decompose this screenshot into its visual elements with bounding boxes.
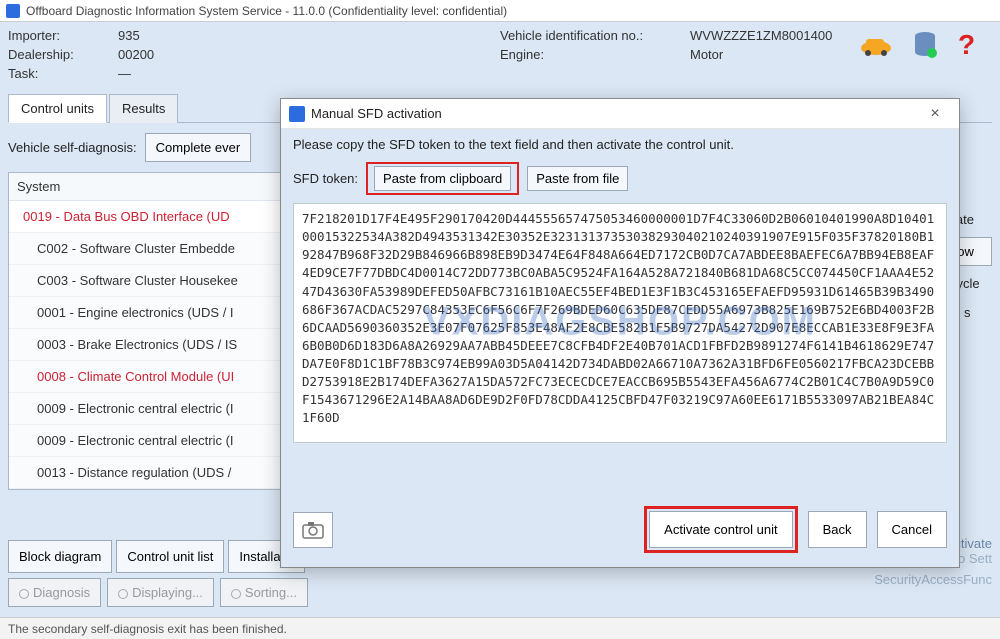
self-diag-label: Vehicle self-diagnosis: <box>8 140 137 155</box>
sfd-activation-dialog: Manual SFD activation × Please copy the … <box>280 98 960 568</box>
dialog-title: Manual SFD activation <box>311 106 442 121</box>
activate-control-unit-button[interactable]: Activate control unit <box>649 511 792 548</box>
window-titlebar: Offboard Diagnostic Information System S… <box>0 0 1000 22</box>
vin-value: WVWZZZE1ZM8001400 <box>690 28 832 43</box>
task-value: — <box>118 66 131 81</box>
list-item[interactable]: 0001 - Engine electronics (UDS / I <box>9 297 287 329</box>
engine-value: Motor <box>690 47 723 62</box>
sfd-token-label: SFD token: <box>293 171 358 186</box>
paste-clipboard-button[interactable]: Paste from clipboard <box>374 166 511 191</box>
list-item[interactable]: 0019 - Data Bus OBD Interface (UD <box>9 201 287 233</box>
bottom-bar: Block diagram Control unit list Installa… <box>8 540 305 573</box>
status-bar: The secondary self-diagnosis exit has be… <box>0 617 1000 639</box>
list-item[interactable]: C002 - Software Cluster Embedde <box>9 233 287 265</box>
close-icon[interactable]: × <box>919 105 951 123</box>
list-item[interactable]: 0008 - Climate Control Module (UI <box>9 361 287 393</box>
task-label: Task: <box>8 66 118 81</box>
seconds-label: s <box>964 305 971 320</box>
block-diagram-button[interactable]: Block diagram <box>8 540 112 573</box>
sorting-button[interactable]: Sorting... <box>220 578 308 607</box>
tab-control-units[interactable]: Control units <box>8 94 107 123</box>
system-list: System 0019 - Data Bus OBD Interface (UD… <box>8 172 288 490</box>
list-item[interactable]: 0009 - Electronic central electric (I <box>9 393 287 425</box>
status-text: The secondary self-diagnosis exit has be… <box>8 622 287 636</box>
importer-label: Importer: <box>8 28 118 43</box>
complete-button[interactable]: Complete ever <box>145 133 252 162</box>
control-unit-list-button[interactable]: Control unit list <box>116 540 224 573</box>
app-icon <box>6 4 20 18</box>
back-button[interactable]: Back <box>808 511 867 548</box>
sfd-token-textarea[interactable]: 7F218201D17F4E495F290170420D444555657475… <box>293 203 947 443</box>
paste-file-button[interactable]: Paste from file <box>527 166 628 191</box>
list-item[interactable]: 0013 - Distance regulation (UDS / <box>9 457 287 489</box>
engine-label: Engine: <box>500 47 690 62</box>
list-item[interactable]: 0009 - Electronic central electric (I <box>9 425 287 457</box>
svg-text:?: ? <box>958 30 975 60</box>
help-icon[interactable]: ? <box>956 30 982 60</box>
displaying-button[interactable]: Displaying... <box>107 578 214 607</box>
vin-label: Vehicle identification no.: <box>500 28 690 43</box>
security-access: SecurityAccessFunc <box>874 572 992 587</box>
toolbar-icons: ? <box>858 30 982 60</box>
list-item[interactable]: 0003 - Brake Electronics (UDS / IS <box>9 329 287 361</box>
car-icon[interactable] <box>858 34 894 56</box>
cancel-button[interactable]: Cancel <box>877 511 947 548</box>
grey-bar: Diagnosis Displaying... Sorting... <box>8 578 308 607</box>
main-area: ? Importer:935 Vehicle identification no… <box>0 22 1000 617</box>
window-title: Offboard Diagnostic Information System S… <box>26 4 507 18</box>
system-header: System <box>9 173 287 201</box>
dialog-icon <box>289 106 305 122</box>
dialog-instruction: Please copy the SFD token to the text fi… <box>293 137 947 152</box>
importer-value: 935 <box>118 28 140 43</box>
tab-results[interactable]: Results <box>109 94 178 123</box>
diagnosis-button[interactable]: Diagnosis <box>8 578 101 607</box>
dealership-value: 00200 <box>118 47 154 62</box>
list-item[interactable]: C003 - Software Cluster Housekee <box>9 265 287 297</box>
database-icon[interactable] <box>912 31 938 59</box>
screenshot-button[interactable] <box>293 512 333 548</box>
dealership-label: Dealership: <box>8 47 118 62</box>
